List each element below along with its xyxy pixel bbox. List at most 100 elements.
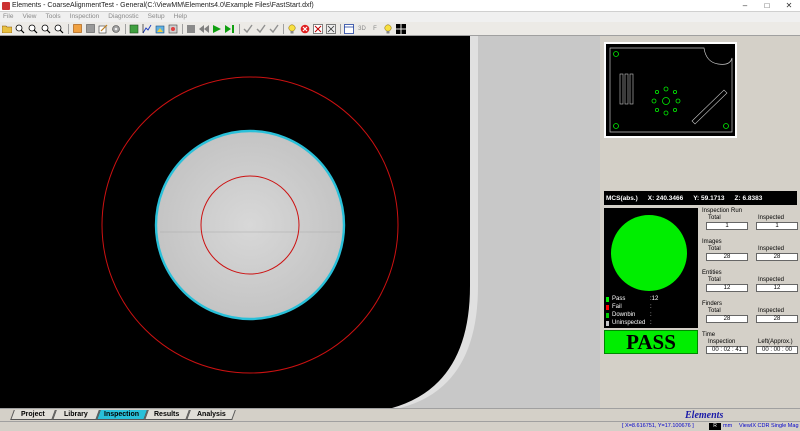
- zoom-fit-icon[interactable]: [41, 24, 51, 34]
- stat-inspection-run: Inspection Run Total 1 Inspected 1: [702, 208, 798, 239]
- unit-label: mm: [723, 423, 733, 429]
- brand-logo: Elements: [685, 410, 724, 421]
- toolbar-separator: [239, 23, 240, 34]
- uninspected-swatch: [606, 320, 609, 326]
- downbin-swatch: [606, 312, 609, 318]
- finders-total: 28: [706, 315, 748, 323]
- stop-square-icon[interactable]: [85, 24, 95, 34]
- finders-inspected: 28: [756, 315, 798, 323]
- maximize-button[interactable]: □: [756, 0, 778, 12]
- camera-image: [0, 36, 600, 408]
- images-total: 28: [706, 253, 748, 261]
- legend-fail: Fail :: [606, 303, 696, 311]
- unit-badge: R: [709, 423, 721, 430]
- clear-icon[interactable]: [326, 23, 336, 34]
- toolbar-separator: [182, 23, 183, 34]
- close-button[interactable]: ✕: [778, 0, 800, 12]
- focus-icon[interactable]: F: [370, 24, 380, 34]
- legend-downbin: Downbin :: [606, 311, 696, 319]
- menu-view[interactable]: View: [22, 12, 36, 22]
- edit-icon[interactable]: [98, 24, 108, 34]
- pass-indicator-circle: [611, 215, 687, 291]
- record-icon[interactable]: [72, 24, 82, 34]
- calibrate-icon[interactable]: [168, 24, 178, 34]
- menu-setup[interactable]: Setup: [148, 12, 165, 22]
- toolbar-separator: [340, 23, 341, 34]
- menu-bar: File View Tools Inspection Diagnostic Se…: [0, 12, 800, 22]
- stat-finders: Finders Total 28 Inspected 28: [702, 301, 798, 332]
- inspection-run-inspected: 1: [756, 222, 798, 230]
- open-folder-icon[interactable]: [2, 24, 12, 34]
- status-bar: [ X=8.616751, Y=17.100676 ] R mm ViewIX …: [0, 421, 800, 431]
- camera-viewport[interactable]: [0, 36, 600, 408]
- layout-icon[interactable]: [344, 23, 354, 34]
- status-legend: Pass :12 Fail : Downbin : Uninspected :: [606, 295, 696, 327]
- accept-icon[interactable]: [243, 24, 253, 34]
- verify-icon[interactable]: [269, 24, 279, 34]
- play-icon[interactable]: [212, 24, 222, 34]
- tab-inspection[interactable]: Inspection: [96, 410, 148, 420]
- machine-coordinates-bar: MCS(abs.) X: 240.3466 Y: 59.1713 Z: 6.83…: [604, 191, 797, 205]
- step-forward-icon[interactable]: [225, 24, 235, 34]
- inspection-run-total: 1: [706, 222, 748, 230]
- workspace-tabs: Project Library Inspection Results Analy…: [0, 408, 800, 420]
- mcs-y: Y: 59.1713: [693, 194, 725, 202]
- menu-help[interactable]: Help: [174, 12, 187, 22]
- right-panel: MCS(abs.) X: 240.3466 Y: 59.1713 Z: 6.83…: [600, 36, 800, 408]
- window-controls: – □ ✕: [734, 0, 800, 12]
- entities-inspected: 12: [756, 284, 798, 292]
- pass-swatch: [606, 296, 609, 302]
- lamp-icon[interactable]: [383, 24, 393, 34]
- minimize-button[interactable]: –: [734, 0, 756, 12]
- mcs-x: X: 240.3466: [647, 194, 684, 202]
- grid-check-icon[interactable]: [313, 23, 323, 34]
- stop-icon[interactable]: [186, 24, 196, 34]
- fail-swatch: [606, 304, 609, 310]
- inspection-time: 00 : 02 : 41: [706, 346, 748, 354]
- app-icon: [2, 2, 10, 10]
- title-bar: Elements - CoarseAlignmentTest - General…: [0, 0, 800, 12]
- inspection-statistics: Inspection Run Total 1 Inspected 1 Images …: [702, 208, 798, 363]
- cancel-icon[interactable]: [300, 24, 310, 34]
- tab-results[interactable]: Results: [144, 410, 190, 420]
- menu-inspection[interactable]: Inspection: [70, 12, 100, 22]
- toolbar: 3D F: [0, 22, 800, 36]
- zoom-out-icon[interactable]: [28, 24, 38, 34]
- stat-entities: Entities Total 12 Inspected 12: [702, 270, 798, 301]
- view-3d-icon[interactable]: 3D: [357, 24, 367, 34]
- images-inspected: 28: [756, 253, 798, 261]
- menu-diagnostic[interactable]: Diagnostic: [108, 12, 138, 22]
- menu-file[interactable]: File: [3, 12, 13, 22]
- graph-icon[interactable]: [142, 23, 152, 34]
- toolbar-separator: [283, 23, 284, 34]
- time-left: 00 : 00 : 00: [756, 346, 798, 354]
- part-overview-drawing: [609, 47, 733, 133]
- window-title: Elements - CoarseAlignmentTest - General…: [12, 2, 314, 9]
- zoom-window-icon[interactable]: [54, 24, 64, 34]
- grid-view-icon[interactable]: [396, 23, 406, 34]
- tab-project[interactable]: Project: [10, 410, 56, 420]
- inspect-part-icon[interactable]: [155, 24, 165, 34]
- stat-time: Time Inspection 00 : 02 : 41 Left(Approx.…: [702, 332, 798, 363]
- rewind-icon[interactable]: [199, 24, 209, 34]
- result-banner: PASS: [604, 330, 698, 354]
- load-image-icon[interactable]: [129, 24, 139, 34]
- toolbar-separator: [125, 23, 126, 34]
- legend-pass: Pass :12: [606, 295, 696, 303]
- part-overview-map[interactable]: [604, 42, 737, 138]
- camera-mode: ViewIX CDR Single Mag: [739, 423, 799, 429]
- accept-all-icon[interactable]: [256, 24, 266, 34]
- mcs-z: Z: 6.8383: [734, 194, 763, 202]
- zoom-in-icon[interactable]: [15, 24, 25, 34]
- entities-total: 12: [706, 284, 748, 292]
- legend-uninspected: Uninspected :: [606, 319, 696, 327]
- tab-analysis[interactable]: Analysis: [186, 410, 236, 420]
- light-bulb-icon[interactable]: [287, 24, 297, 34]
- inspection-status-display: Pass :12 Fail : Downbin : Uninspected :: [604, 208, 698, 328]
- settings-icon[interactable]: [111, 24, 121, 34]
- menu-tools[interactable]: Tools: [45, 12, 60, 22]
- toolbar-separator: [68, 23, 69, 34]
- tab-library[interactable]: Library: [52, 410, 100, 420]
- cursor-coordinates: [ X=8.616751, Y=17.100676 ]: [622, 423, 694, 429]
- stat-images: Images Total 28 Inspected 28: [702, 239, 798, 270]
